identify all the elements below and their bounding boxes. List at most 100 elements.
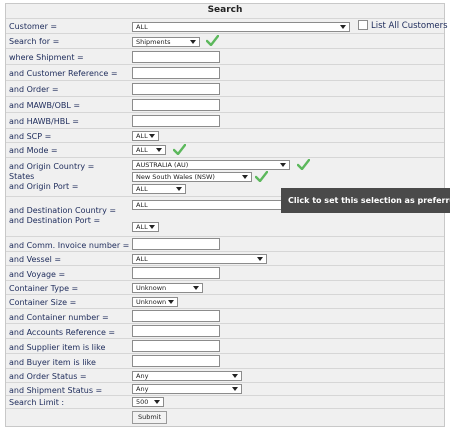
accounts-reference-row: and Accounts Reference = [6, 323, 444, 339]
accounts-reference-input[interactable] [132, 325, 220, 337]
order-status-select[interactable]: Any [132, 371, 242, 381]
search-for-select[interactable]: Shipments [132, 37, 200, 47]
mawb-label: and MAWB/OBL = [9, 101, 81, 110]
chevron-down-icon [280, 163, 286, 167]
scp-select[interactable]: ALL [132, 131, 159, 141]
container-type-select[interactable]: Unknown [132, 283, 203, 293]
where-shipment-input[interactable] [132, 51, 220, 63]
chevron-down-icon [232, 374, 238, 378]
where-shipment-row: where Shipment = [6, 48, 444, 65]
customer-reference-label: and Customer Reference = [9, 69, 118, 78]
form-title: Search [207, 5, 243, 15]
mawb-row: and MAWB/OBL = [6, 96, 444, 113]
mode-row: and Mode = ALL [6, 142, 444, 158]
comm-invoice-input[interactable] [132, 238, 220, 250]
customer-label: Customer = [9, 22, 58, 31]
origin-country-select-value: AUSTRALIA (AU) [136, 161, 189, 169]
list-all-customers-label: List All Customers [371, 21, 448, 31]
origin-port-select-value: ALL [136, 185, 148, 193]
container-number-label: and Container number = [9, 313, 109, 322]
buyer-item-row: and Buyer item is like [6, 353, 444, 369]
chevron-down-icon [193, 286, 199, 290]
chevron-down-icon [176, 187, 182, 191]
shipment-status-select-value: Any [136, 385, 149, 393]
origin-country-select[interactable]: AUSTRALIA (AU) [132, 160, 290, 170]
container-number-input[interactable] [132, 310, 220, 322]
supplier-item-row: and Supplier item is like [6, 338, 444, 354]
states-label: States [9, 172, 35, 181]
origin-port-select[interactable]: ALL [132, 184, 186, 194]
voyage-row: and Voyage = [6, 265, 444, 281]
vessel-label: and Vessel = [9, 255, 62, 264]
states-select[interactable]: New South Wales (NSW) [132, 172, 252, 182]
container-size-select[interactable]: Unknown [132, 297, 178, 307]
mode-select-value: ALL [136, 146, 148, 154]
scp-row: and SCP = ALL [6, 128, 444, 143]
accounts-reference-label: and Accounts Reference = [9, 328, 116, 337]
hawb-label: and HAWB/HBL = [9, 117, 79, 126]
customer-row: Customer = ALL List All Customers [6, 18, 448, 34]
supplier-item-label: and Supplier item is like [9, 343, 106, 352]
shipment-status-select[interactable]: Any [132, 384, 242, 394]
search-for-label: Search for = [9, 37, 60, 46]
order-label: and Order = [9, 85, 59, 94]
vessel-select[interactable]: ALL [132, 254, 267, 264]
container-size-row: Container Size = Unknown [6, 294, 444, 309]
destination-port-select[interactable]: ALL [132, 222, 159, 232]
order-input[interactable] [132, 83, 220, 95]
vessel-row: and Vessel = ALL [6, 251, 444, 266]
customer-select[interactable]: ALL [132, 22, 350, 32]
search-limit-select[interactable]: 500 [132, 397, 164, 407]
supplier-item-input[interactable] [132, 340, 220, 352]
chevron-down-icon [168, 300, 174, 304]
set-preferred-check-icon[interactable] [297, 159, 310, 170]
search-limit-select-value: 500 [136, 398, 149, 406]
hawb-row: and HAWB/HBL = [6, 112, 444, 129]
set-preferred-check-icon[interactable] [206, 35, 219, 46]
search-form: Search Customer = ALL List All Customers… [5, 3, 448, 427]
vessel-select-value: ALL [136, 255, 148, 263]
buyer-item-label: and Buyer item is like [9, 358, 96, 367]
customer-select-value: ALL [136, 23, 148, 31]
chevron-down-icon [149, 134, 155, 138]
chevron-down-icon [257, 257, 263, 261]
container-type-row: Container Type = Unknown [6, 280, 444, 295]
search-for-row: Search for = Shipments [6, 33, 444, 49]
chevron-down-icon [156, 148, 162, 152]
scp-select-value: ALL [136, 132, 148, 140]
mode-select[interactable]: ALL [132, 145, 166, 155]
destination-country-select[interactable]: ALL [132, 200, 292, 210]
container-type-select-value: Unknown [136, 284, 167, 292]
comm-invoice-label: and Comm. Invoice number = [9, 241, 130, 250]
scp-label: and SCP = [9, 132, 52, 141]
chevron-down-icon [149, 225, 155, 229]
mawb-input[interactable] [132, 99, 220, 111]
submit-button[interactable]: Submit [132, 411, 168, 424]
chevron-down-icon [340, 25, 346, 29]
origin-port-label: and Origin Port = [9, 182, 79, 191]
destination-country-label: and Destination Country = [9, 206, 117, 215]
set-preferred-check-icon[interactable] [255, 171, 268, 182]
container-size-select-value: Unknown [136, 298, 167, 306]
set-preferred-check-icon[interactable] [173, 144, 186, 155]
search-limit-label: Search Limit : [9, 398, 65, 407]
destination-port-label: and Destination Port = [9, 216, 101, 225]
buyer-item-input[interactable] [132, 355, 220, 367]
mode-label: and Mode = [9, 146, 58, 155]
comm-invoice-row: and Comm. Invoice number = [6, 236, 444, 252]
order-status-label: and Order Status = [9, 372, 87, 381]
container-type-label: Container Type = [9, 284, 79, 293]
shipment-status-label: and Shipment Status = [9, 386, 103, 395]
list-all-customers-checkbox[interactable] [358, 20, 368, 30]
order-status-select-value: Any [136, 372, 149, 380]
states-select-value: New South Wales (NSW) [136, 173, 215, 181]
customer-reference-input[interactable] [132, 67, 220, 79]
container-size-label: Container Size = [9, 298, 77, 307]
voyage-input[interactable] [132, 267, 220, 279]
shipment-status-row: and Shipment Status = Any [6, 382, 444, 396]
order-status-row: and Order Status = Any [6, 368, 444, 383]
hawb-input[interactable] [132, 115, 220, 127]
preferred-selection-tooltip: Click to set this selection as preferred [281, 188, 450, 213]
origin-country-label: and Origin Country = [9, 162, 95, 171]
submit-row: Submit [6, 408, 444, 427]
